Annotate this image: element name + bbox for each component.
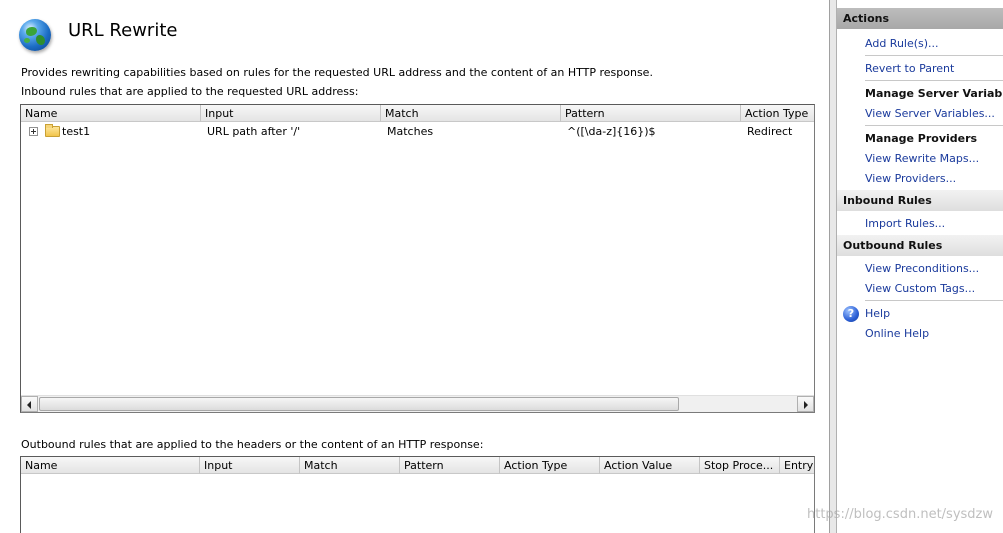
revert-to-parent-link[interactable]: Revert to Parent xyxy=(865,62,954,75)
scroll-left-arrow-icon[interactable] xyxy=(21,396,38,412)
help-link[interactable]: Help xyxy=(865,307,890,320)
view-rewrite-maps-link[interactable]: View Rewrite Maps... xyxy=(865,152,979,165)
outbound-rules-caption: Outbound rules that are applied to the h… xyxy=(21,438,484,451)
horizontal-scrollbar[interactable] xyxy=(21,395,814,412)
inbound-header-row: Name Input Match Pattern Action Type xyxy=(21,105,814,122)
scroll-right-arrow-icon[interactable] xyxy=(797,396,814,412)
inbound-col-name[interactable]: Name xyxy=(21,105,201,122)
feature-description: Provides rewriting capabilities based on… xyxy=(21,66,653,79)
scroll-thumb[interactable] xyxy=(39,397,679,411)
inbound-col-input[interactable]: Input xyxy=(201,105,381,122)
page-title: URL Rewrite xyxy=(68,20,178,41)
outbound-rules-list[interactable]: Name Input Match Pattern Action Type Act… xyxy=(20,456,815,533)
outbound-col-name[interactable]: Name xyxy=(21,457,200,474)
table-row[interactable]: test1 URL path after '/' Matches ^([\da-… xyxy=(21,123,814,140)
watermark: https://blog.csdn.net/sysdzw xyxy=(806,507,993,522)
outbound-col-action-type[interactable]: Action Type xyxy=(500,457,600,474)
inbound-col-action-type[interactable]: Action Type xyxy=(741,105,814,122)
rule-pattern-cell: ^([\da-z]{16})$ xyxy=(567,125,656,138)
view-preconditions-link[interactable]: View Preconditions... xyxy=(865,262,979,275)
outbound-col-entry[interactable]: Entry xyxy=(780,457,814,474)
main-pane: URL Rewrite Provides rewriting capabilit… xyxy=(0,0,830,533)
separator xyxy=(865,80,1003,81)
view-custom-tags-link[interactable]: View Custom Tags... xyxy=(865,282,975,295)
rule-match-cell: Matches xyxy=(387,125,434,138)
separator xyxy=(865,125,1003,126)
outbound-rules-section-header[interactable]: Outbound Rules xyxy=(837,235,1003,256)
outbound-col-action-value[interactable]: Action Value xyxy=(600,457,700,474)
manage-providers-label: Manage Providers xyxy=(865,132,978,145)
expand-plus-icon[interactable] xyxy=(29,127,38,136)
rule-name-cell: test1 xyxy=(62,125,91,138)
inbound-rules-list[interactable]: Name Input Match Pattern Action Type tes… xyxy=(20,104,815,413)
actions-title: Actions xyxy=(837,8,1003,29)
separator xyxy=(865,55,1003,56)
rule-action-type-cell: Redirect xyxy=(747,125,793,138)
separator xyxy=(865,300,1003,301)
globe-icon xyxy=(19,19,51,51)
outbound-col-match[interactable]: Match xyxy=(300,457,400,474)
manage-server-variables-label: Manage Server Variables xyxy=(865,87,1003,100)
add-rules-link[interactable]: Add Rule(s)... xyxy=(865,37,939,50)
online-help-link[interactable]: Online Help xyxy=(865,327,929,340)
outbound-col-input[interactable]: Input xyxy=(200,457,300,474)
outbound-col-pattern[interactable]: Pattern xyxy=(400,457,500,474)
view-providers-link[interactable]: View Providers... xyxy=(865,172,956,185)
view-server-variables-link[interactable]: View Server Variables... xyxy=(865,107,995,120)
import-rules-link[interactable]: Import Rules... xyxy=(865,217,945,230)
inbound-col-pattern[interactable]: Pattern xyxy=(561,105,741,122)
inbound-col-match[interactable]: Match xyxy=(381,105,561,122)
outbound-col-stop-processing[interactable]: Stop Proce... xyxy=(700,457,780,474)
inbound-rules-caption: Inbound rules that are applied to the re… xyxy=(21,85,359,98)
actions-pane: Actions Add Rule(s)... Revert to Parent … xyxy=(836,0,1003,533)
help-icon[interactable]: ? xyxy=(843,306,859,322)
outbound-header-row: Name Input Match Pattern Action Type Act… xyxy=(21,457,814,474)
inbound-rules-section-header[interactable]: Inbound Rules xyxy=(837,190,1003,211)
rule-input-cell: URL path after '/' xyxy=(207,125,301,138)
